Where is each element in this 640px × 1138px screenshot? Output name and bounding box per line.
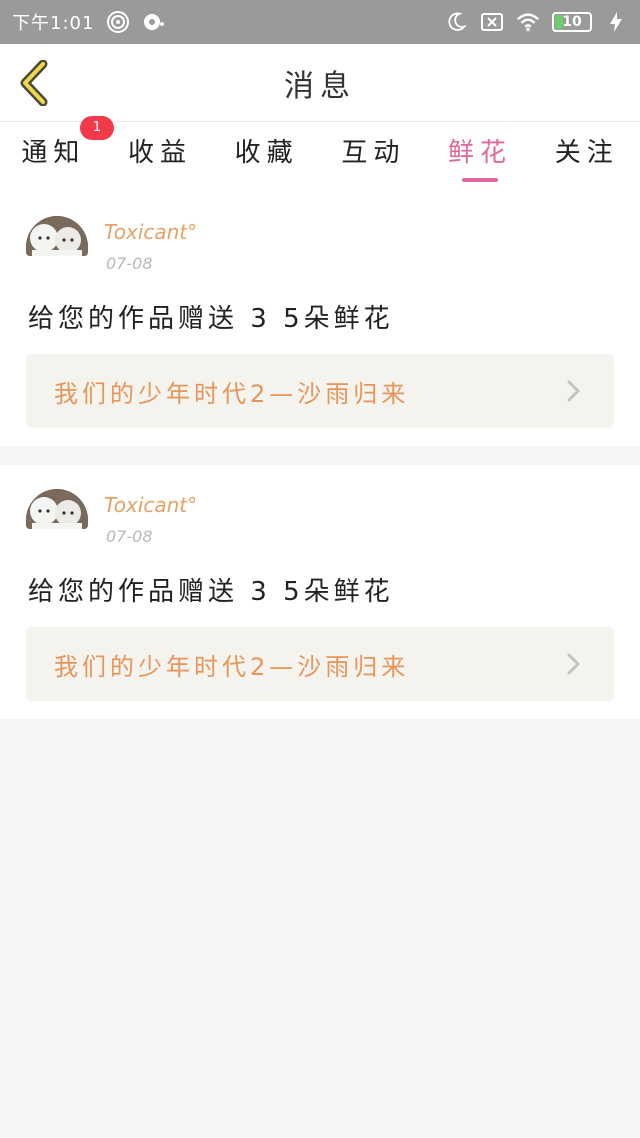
tab-label: 互动 [341,138,406,168]
sim-off-icon [480,10,504,34]
tab-bar: 通知 1 收益 收藏 互动 鲜花 关注 [0,116,640,192]
username[interactable]: Toxicant° [104,220,197,244]
status-bar: 下午1:01 10 [0,0,640,44]
tab-interactions[interactable]: 互动 [320,122,427,192]
battery-indicator: 10 [552,12,592,32]
work-title: 我们的少年时代2—沙雨归来 [54,379,410,408]
hotspot-icon [106,10,130,34]
tab-label: 收益 [128,138,193,168]
tab-label: 通知 [21,138,86,168]
message-date: 07-08 [106,254,153,273]
message-date: 07-08 [106,527,153,546]
tab-follows[interactable]: 关注 [533,122,640,192]
active-tab-indicator [462,178,499,182]
message-card: Toxicant° 07-08 给您的作品赠送 3 5朵鲜花 我们的少年时代2—… [0,192,640,446]
tab-earnings[interactable]: 收益 [107,122,214,192]
tab-flowers[interactable]: 鲜花 [427,122,534,192]
message-text: 给您的作品赠送 3 5朵鲜花 [28,304,394,334]
tab-favorites[interactable]: 收藏 [213,122,320,192]
username[interactable]: Toxicant° [104,493,197,517]
work-link[interactable]: 我们的少年时代2—沙雨归来 [26,354,614,428]
status-time: 下午1:01 [12,13,95,34]
tab-label: 收藏 [234,138,299,168]
avatar[interactable] [26,489,88,529]
work-link[interactable]: 我们的少年时代2—沙雨归来 [26,627,614,701]
tab-label: 鲜花 [448,138,513,168]
chevron-right-icon [562,652,586,676]
page-header: 消息 [0,44,640,122]
music-icon [142,10,166,34]
battery-level: 10 [562,14,582,30]
avatar[interactable] [26,216,88,256]
wifi-icon [516,10,540,34]
work-title: 我们的少年时代2—沙雨归来 [54,652,410,681]
message-text: 给您的作品赠送 3 5朵鲜花 [28,577,394,607]
chevron-right-icon [562,379,586,403]
tab-label: 关注 [554,138,619,168]
back-button[interactable] [14,58,54,108]
page-title: 消息 [284,68,356,104]
tab-notifications[interactable]: 通知 1 [0,116,114,192]
charging-icon [604,10,628,34]
moon-icon [444,10,468,34]
back-chevron-icon [20,60,48,106]
message-card: Toxicant° 07-08 给您的作品赠送 3 5朵鲜花 我们的少年时代2—… [0,465,640,719]
